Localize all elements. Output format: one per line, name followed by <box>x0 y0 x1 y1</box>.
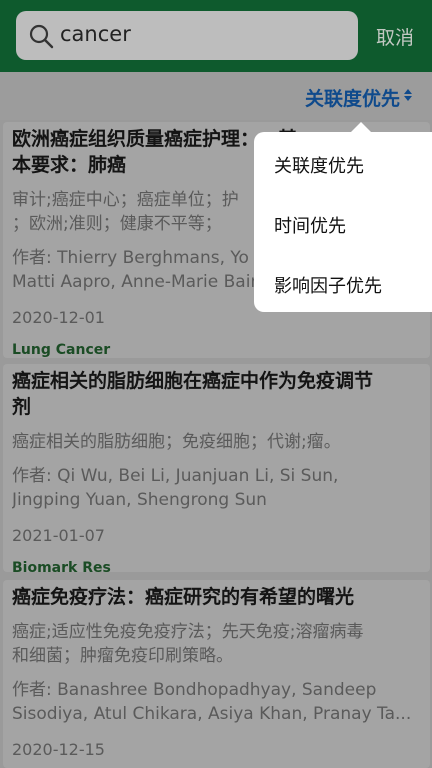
article-title: 癌症免疫疗法：癌症研究的有希望的曙光 <box>12 586 355 608</box>
article-journal: Lung Cancer <box>12 342 111 358</box>
sort-dropdown-menu: 关联度优先 时间优先 影响因子优先 <box>254 132 432 312</box>
cancel-button[interactable]: 取消 <box>376 23 414 50</box>
sort-option-impact-factor[interactable]: 影响因子优先 <box>274 272 382 298</box>
sort-bar: 关联度优先 <box>0 72 432 120</box>
article-card[interactable]: 癌症相关的脂肪细胞在癌症中作为免疫调节 剂 癌症相关的脂肪细胞；免疫细胞；代谢;… <box>3 364 430 576</box>
sort-selector[interactable]: 关联度优先 <box>305 84 400 111</box>
article-authors-cont: Jingping Yuan, Shengrong Sun <box>12 490 267 510</box>
article-keywords: 癌症相关的脂肪细胞；免疫细胞；代谢;瘤。 <box>12 432 341 452</box>
article-date: 2021-01-07 <box>12 526 105 545</box>
sort-arrows-icon[interactable] <box>404 87 412 103</box>
article-date: 2020-12-15 <box>12 740 105 759</box>
article-journal: Biomark Res <box>12 560 111 576</box>
article-title: 癌症相关的脂肪细胞在癌症中作为免疫调节 <box>12 370 374 392</box>
article-authors: 作者: Banashree Bondhopadhyay, Sandeep <box>12 680 377 700</box>
article-card[interactable]: 癌症免疫疗法：癌症研究的有希望的曙光 癌症;适应性免疫免疫疗法；先天免疫;溶瘤病… <box>3 580 430 768</box>
article-keywords: 癌症;适应性免疫免疫疗法；先天免疫;溶瘤病毒 <box>12 622 364 642</box>
search-box[interactable] <box>16 11 358 60</box>
article-title-cont: 剂 <box>12 396 32 418</box>
search-icon <box>29 24 54 49</box>
sort-option-time[interactable]: 时间优先 <box>274 212 346 238</box>
article-authors-cont: Sisodiya, Atul Chikara, Asiya Khan, Pran… <box>12 704 412 724</box>
header-bar: 取消 <box>0 0 432 72</box>
article-authors: 作者: Qi Wu, Bei Li, Juanjuan Li, Si Sun, <box>12 466 339 486</box>
sort-option-relevance[interactable]: 关联度优先 <box>274 152 364 178</box>
search-input[interactable] <box>60 22 340 46</box>
article-keywords-cont: 和细菌；肿瘤免疫印刷策略。 <box>12 646 233 666</box>
